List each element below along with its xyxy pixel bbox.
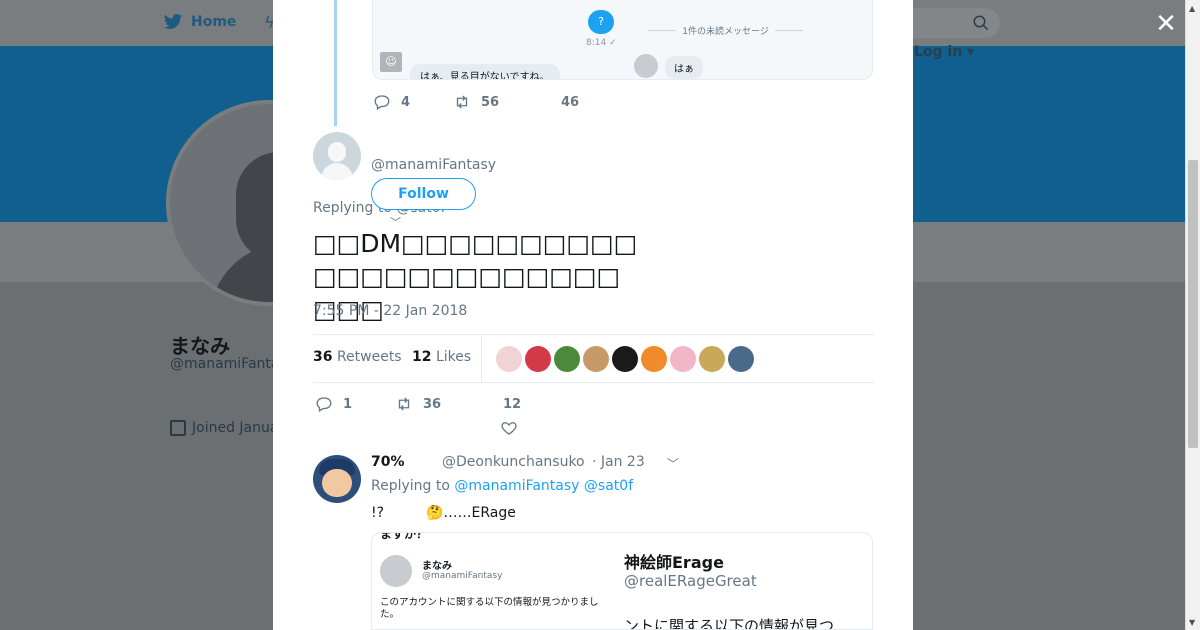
reply-screenshot-image[interactable]: ますか？ まなみ @manamiFantasy このアカウントに関する以下の情報… (371, 532, 873, 630)
dm-bubble-right: はぁ (665, 56, 703, 79)
like-action[interactable]: 46 (561, 95, 579, 110)
home-nav-item[interactable]: Home (163, 12, 236, 32)
joined-label: Joined Janua (192, 420, 279, 436)
author-avatar[interactable] (313, 132, 361, 180)
image-name: まなみ (422, 561, 452, 572)
retweet-icon (398, 397, 410, 411)
liker-avatar[interactable] (525, 346, 551, 372)
dm-time: 8:14 ✓ (586, 38, 617, 48)
like-action[interactable]: 12 (503, 397, 521, 412)
liker-avatar[interactable] (583, 346, 609, 372)
like-count: 46 (561, 94, 580, 110)
image-right-handle: @realERageGreat (624, 572, 757, 590)
search-input[interactable] (900, 8, 1000, 38)
dm-bubble-left: はぁ、見る目がないですね。 (410, 64, 560, 79)
login-menu[interactable]: Log in ▾ (914, 44, 974, 60)
tweet-timestamp[interactable]: 7:55 PM - 22 Jan 2018 (313, 303, 467, 319)
previous-tweet-actions: 4 56 46 (373, 93, 579, 111)
reply-date[interactable]: · Jan 23 (592, 454, 645, 470)
image-avatar (380, 555, 412, 587)
like-stat[interactable]: 12 Likes (412, 349, 471, 365)
heart-icon[interactable] (500, 419, 518, 437)
retweet-stat-count: 36 (313, 349, 333, 365)
stats-divider (481, 335, 482, 383)
dm-screenshot-image[interactable]: ? 8:14 ✓ ☺ はぁ、見る目がないですね。 1件の未読メッセージ はぁ (372, 0, 873, 80)
dm-unread-label: 1件の未読メッセージ (682, 27, 769, 37)
home-label: Home (191, 14, 237, 30)
liker-avatar[interactable] (728, 346, 754, 372)
dm-avatar (634, 54, 658, 78)
reply-icon (374, 95, 390, 110)
scrollbar-thumb[interactable] (1188, 160, 1198, 448)
retweet-icon (456, 95, 468, 109)
liker-avatar[interactable] (612, 346, 638, 372)
liker-avatar[interactable] (641, 346, 667, 372)
thread-line (334, 0, 337, 126)
retweet-action[interactable]: 56 (453, 93, 561, 111)
reply-action[interactable]: 4 (373, 93, 453, 111)
twitter-bird-icon (163, 14, 183, 29)
retweet-action[interactable]: 36 (395, 395, 503, 413)
liker-avatars (496, 346, 754, 372)
mention-link[interactable]: @manamiFantasy (454, 478, 579, 494)
dm-unread-divider: 1件の未読メッセージ (648, 24, 804, 37)
profile-joined: Joined Janua (170, 420, 278, 436)
reply-count: 4 (401, 94, 411, 110)
retweet-count: 36 (423, 396, 442, 412)
retweet-stat[interactable]: 36 Retweets (313, 349, 402, 365)
liker-avatar[interactable] (496, 346, 522, 372)
profile-name: まなみ (170, 334, 230, 358)
reply-icon (316, 397, 332, 412)
author-handle[interactable]: @manamiFantasy (371, 157, 496, 173)
scrollbar[interactable]: ▲ ▼ (1185, 0, 1200, 630)
reply-author-handle[interactable]: @Deonkunchansuko (442, 454, 585, 470)
reply-author-name[interactable]: 70% (371, 454, 405, 470)
like-count: 12 (503, 396, 522, 412)
like-stat-count: 12 (412, 349, 432, 365)
search-icon (973, 15, 989, 31)
like-stat-label: Likes (435, 349, 472, 365)
tweet-actions: 1 36 12 (315, 395, 521, 413)
emoji-icon: ☺ (380, 52, 402, 72)
reply-text: !? 🤔……ERage (371, 505, 516, 521)
follow-button[interactable]: Follow (371, 178, 476, 210)
profile-handle: @manamiFanta (170, 356, 280, 372)
mention-link[interactable]: @sat0f (584, 478, 633, 494)
image-right-message: ントに関する以下の情報が見つ (624, 617, 835, 630)
scroll-down-icon[interactable]: ▼ (1189, 618, 1195, 627)
image-message: このアカウントに関する以下の情報が見つかりました。 (380, 597, 599, 620)
dm-bubble-question: ? (588, 10, 614, 34)
image-top-text: ますか？ (380, 532, 429, 541)
replying-prefix: Replying to (371, 478, 455, 494)
liker-avatar[interactable] (699, 346, 725, 372)
image-right-name: 神絵師Erage (624, 553, 724, 572)
reply-count: 1 (343, 396, 353, 412)
chevron-down-icon[interactable]: ﹀ (667, 455, 679, 472)
scroll-up-icon[interactable]: ▲ (1189, 4, 1195, 13)
retweet-count: 56 (481, 94, 500, 110)
reply-action[interactable]: 1 (315, 395, 395, 413)
tweet-stats: 36 Retweets 12 Likes (313, 334, 874, 383)
close-icon[interactable]: ✕ (1154, 11, 1178, 37)
reply-replying-to: Replying to @manamiFantasy @sat0f (371, 478, 633, 494)
image-handle: @manamiFantasy (422, 571, 503, 581)
liker-avatar[interactable] (670, 346, 696, 372)
reply-author-avatar[interactable] (313, 455, 361, 503)
calendar-icon (170, 420, 186, 436)
tweet-modal: ? 8:14 ✓ ☺ はぁ、見る目がないですね。 1件の未読メッセージ はぁ 4… (273, 0, 913, 630)
retweet-stat-label: Retweets (336, 349, 402, 365)
liker-avatar[interactable] (554, 346, 580, 372)
